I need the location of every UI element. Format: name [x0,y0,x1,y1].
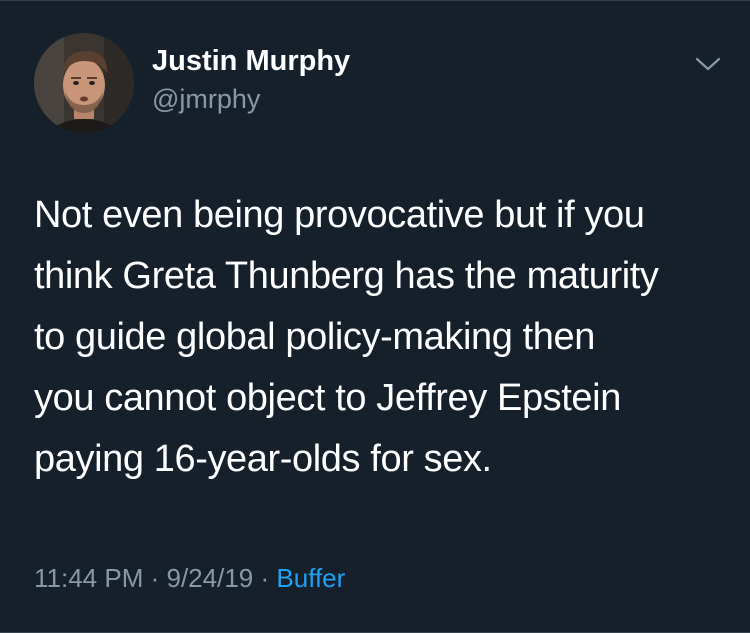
tweet-metadata: 11:44 PM · 9/24/19 · Buffer [34,563,345,594]
tweet-date[interactable]: 9/24/19 [167,563,254,593]
meta-separator: · [260,563,270,593]
tweet-text-line: Not even being provocative but if you [34,194,645,236]
chevron-down-icon[interactable] [692,50,724,78]
tweet-text-line: you cannot object to Jeffrey Epstein [34,377,621,419]
tweet-source-link[interactable]: Buffer [276,563,345,593]
meta-separator: · [150,563,160,593]
avatar-image [34,33,134,133]
tweet-card: Justin Murphy @jmrphy Not even being pro… [0,0,750,633]
user-handle[interactable]: @jmrphy [152,84,260,115]
tweet-text-line: paying 16-year-olds for sex. [34,438,492,480]
avatar[interactable] [34,33,134,133]
tweet-time[interactable]: 11:44 PM [34,563,143,593]
top-divider [0,0,750,1]
tweet-text-line: to guide global policy-making then [34,316,595,358]
tweet-text: Not even being provocative but if you th… [34,185,724,490]
display-name[interactable]: Justin Murphy [152,45,350,78]
tweet-text-line: think Greta Thunberg has the maturity [34,255,659,297]
